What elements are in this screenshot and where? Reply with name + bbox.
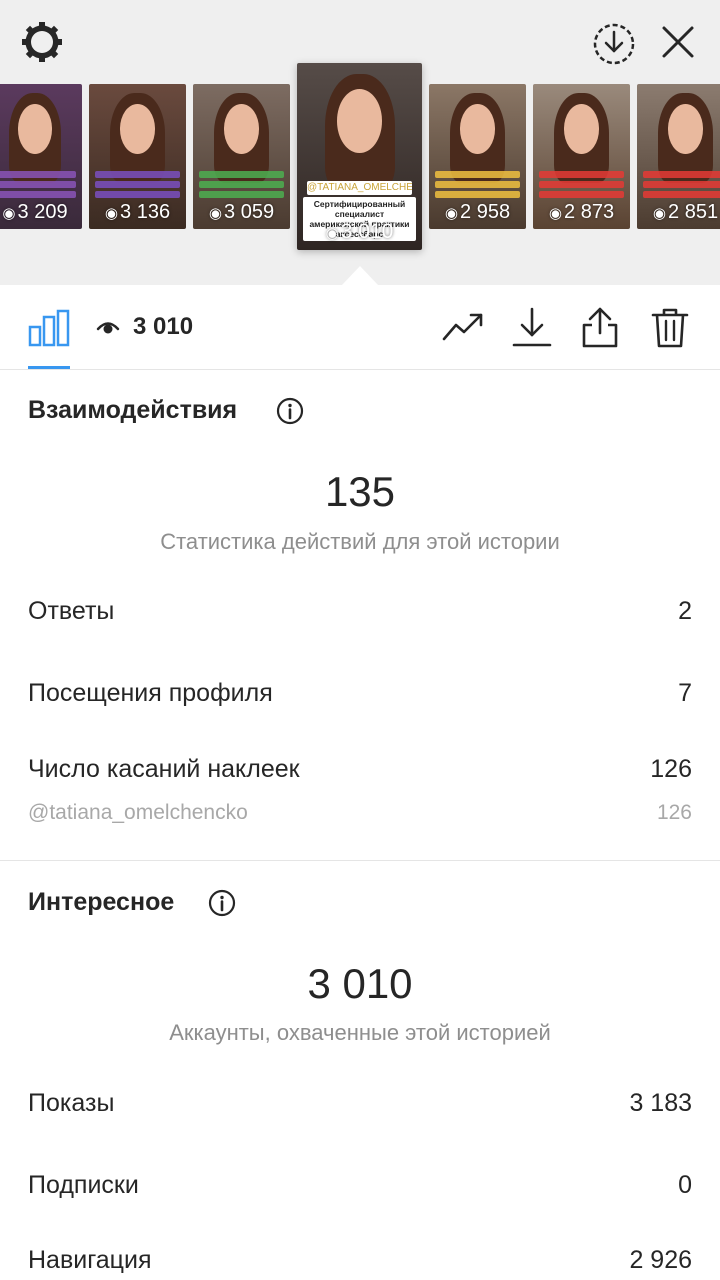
story-view-number: 3 209 xyxy=(17,201,68,223)
story-thumbnail[interactable]: ◉ 3 136 xyxy=(89,84,186,229)
follows-value: 0 xyxy=(678,1171,692,1199)
discovery-title: Интересное xyxy=(28,888,175,916)
eye-icon: ◉ xyxy=(652,205,667,222)
profile-visits-value: 7 xyxy=(678,679,692,707)
story-face xyxy=(18,104,52,154)
impressions-label: Показы xyxy=(28,1089,115,1117)
story-caption-bar xyxy=(198,171,285,178)
reach-count: 3 010 xyxy=(133,313,194,340)
story-face xyxy=(460,104,495,154)
info-icon[interactable] xyxy=(276,397,304,425)
story-view-number: 2 873 xyxy=(564,201,615,223)
story-view-count: ◉ 3 059 xyxy=(193,201,290,224)
story-caption-bar xyxy=(434,171,521,178)
story-view-count: ◉3 010 xyxy=(297,220,422,244)
profile-visits-label: Посещения профиля xyxy=(28,679,273,707)
story-view-number: 2 958 xyxy=(460,201,511,223)
active-tab-indicator xyxy=(28,366,70,369)
story-thumbnail-selected[interactable]: @TATIANA_OMELCHENCHOСертифицированный сп… xyxy=(297,63,422,250)
story-caption-bar xyxy=(538,181,625,188)
story-caption-bar xyxy=(434,181,521,188)
follows-label: Подписки xyxy=(28,1171,139,1199)
download-icon[interactable] xyxy=(510,305,554,349)
info-icon[interactable] xyxy=(208,889,236,917)
sticker-taps-label: Число касаний наклеек xyxy=(28,755,300,783)
story-caption-bar xyxy=(642,171,720,178)
sticker-taps-value: 126 xyxy=(650,755,692,783)
navigation-value: 2 926 xyxy=(629,1246,692,1274)
story-caption-bar xyxy=(538,191,625,198)
story-caption-bar xyxy=(0,181,77,188)
section-divider xyxy=(0,860,720,861)
discovery-total: 3 010 xyxy=(307,960,413,1007)
navigation-label: Навигация xyxy=(28,1246,152,1274)
story-caption-bar xyxy=(0,171,77,178)
eye-icon: ◉ xyxy=(104,205,119,222)
story-caption-bar xyxy=(198,181,285,188)
eye-icon: ◉ xyxy=(2,205,16,222)
selected-story-pointer xyxy=(342,266,378,285)
trend-icon[interactable] xyxy=(441,305,485,349)
story-view-count: ◉ 3 136 xyxy=(89,201,186,224)
interactions-subtitle: Статистика действий для этой истории xyxy=(160,529,560,554)
interactions-title: Взаимодействия xyxy=(28,396,238,424)
eye-icon: ◉ xyxy=(325,225,339,242)
story-view-number: 3 136 xyxy=(120,201,171,223)
story-mention-sticker: @TATIANA_OMELCHENCHO xyxy=(307,181,412,195)
story-thumbnail[interactable]: ◉ 2 873 xyxy=(533,84,630,229)
story-preview-area: ◉3 209◉3 136◉3 059@TATIANA_OMELCHENCHOСе… xyxy=(0,0,720,285)
story-view-number: 3 010 xyxy=(340,220,394,243)
story-caption-bar xyxy=(642,181,720,188)
insights-toolbar: 3 010 xyxy=(0,285,720,370)
story-caption-bar xyxy=(434,191,521,198)
eye-icon xyxy=(96,322,120,334)
replies-label: Ответы xyxy=(28,597,115,625)
story-thumbnail-strip[interactable]: ◉3 209◉3 136◉3 059@TATIANA_OMELCHENCHOСе… xyxy=(0,0,720,285)
story-thumbnail[interactable]: ◉ 2 851 xyxy=(637,84,720,229)
sticker-mention-value: 126 xyxy=(656,801,692,824)
story-view-number: 3 059 xyxy=(224,201,275,223)
story-caption-bar xyxy=(94,181,181,188)
story-caption-bar xyxy=(538,171,625,178)
story-thumbnail[interactable]: ◉ 3 059 xyxy=(193,84,290,229)
story-view-number: 2 851 xyxy=(668,201,719,223)
share-icon[interactable] xyxy=(578,305,622,349)
eye-icon: ◉ xyxy=(208,205,223,222)
story-face xyxy=(668,104,703,154)
story-caption-bar xyxy=(94,171,181,178)
eye-icon: ◉ xyxy=(444,205,459,222)
story-view-count: ◉ 3 209 xyxy=(0,201,82,224)
story-thumbnail[interactable]: ◉ 2 958 xyxy=(429,84,526,229)
story-face xyxy=(120,104,155,154)
story-view-count: ◉ 2 958 xyxy=(429,201,526,224)
eye-icon: ◉ xyxy=(548,205,563,222)
story-caption-bar xyxy=(0,191,77,198)
interactions-total: 135 xyxy=(324,468,396,515)
story-view-count: ◉ 2 851 xyxy=(637,201,720,224)
story-face xyxy=(337,89,382,153)
replies-value: 2 xyxy=(678,597,692,625)
story-view-count: ◉ 2 873 xyxy=(533,201,630,224)
bar-chart-icon[interactable] xyxy=(28,305,70,347)
story-caption-bar xyxy=(198,191,285,198)
discovery-subtitle: Аккаунты, охваченные этой историей xyxy=(169,1020,551,1045)
story-thumbnail[interactable]: ◉ 3 209 xyxy=(0,84,82,229)
trash-icon[interactable] xyxy=(648,305,692,349)
story-caption-bar xyxy=(642,191,720,198)
story-face xyxy=(224,104,259,154)
story-caption-bar xyxy=(94,191,181,198)
story-face xyxy=(564,104,599,154)
impressions-value: 3 183 xyxy=(629,1089,692,1117)
sticker-mention-label: @tatiana_omelchencko xyxy=(28,801,248,824)
